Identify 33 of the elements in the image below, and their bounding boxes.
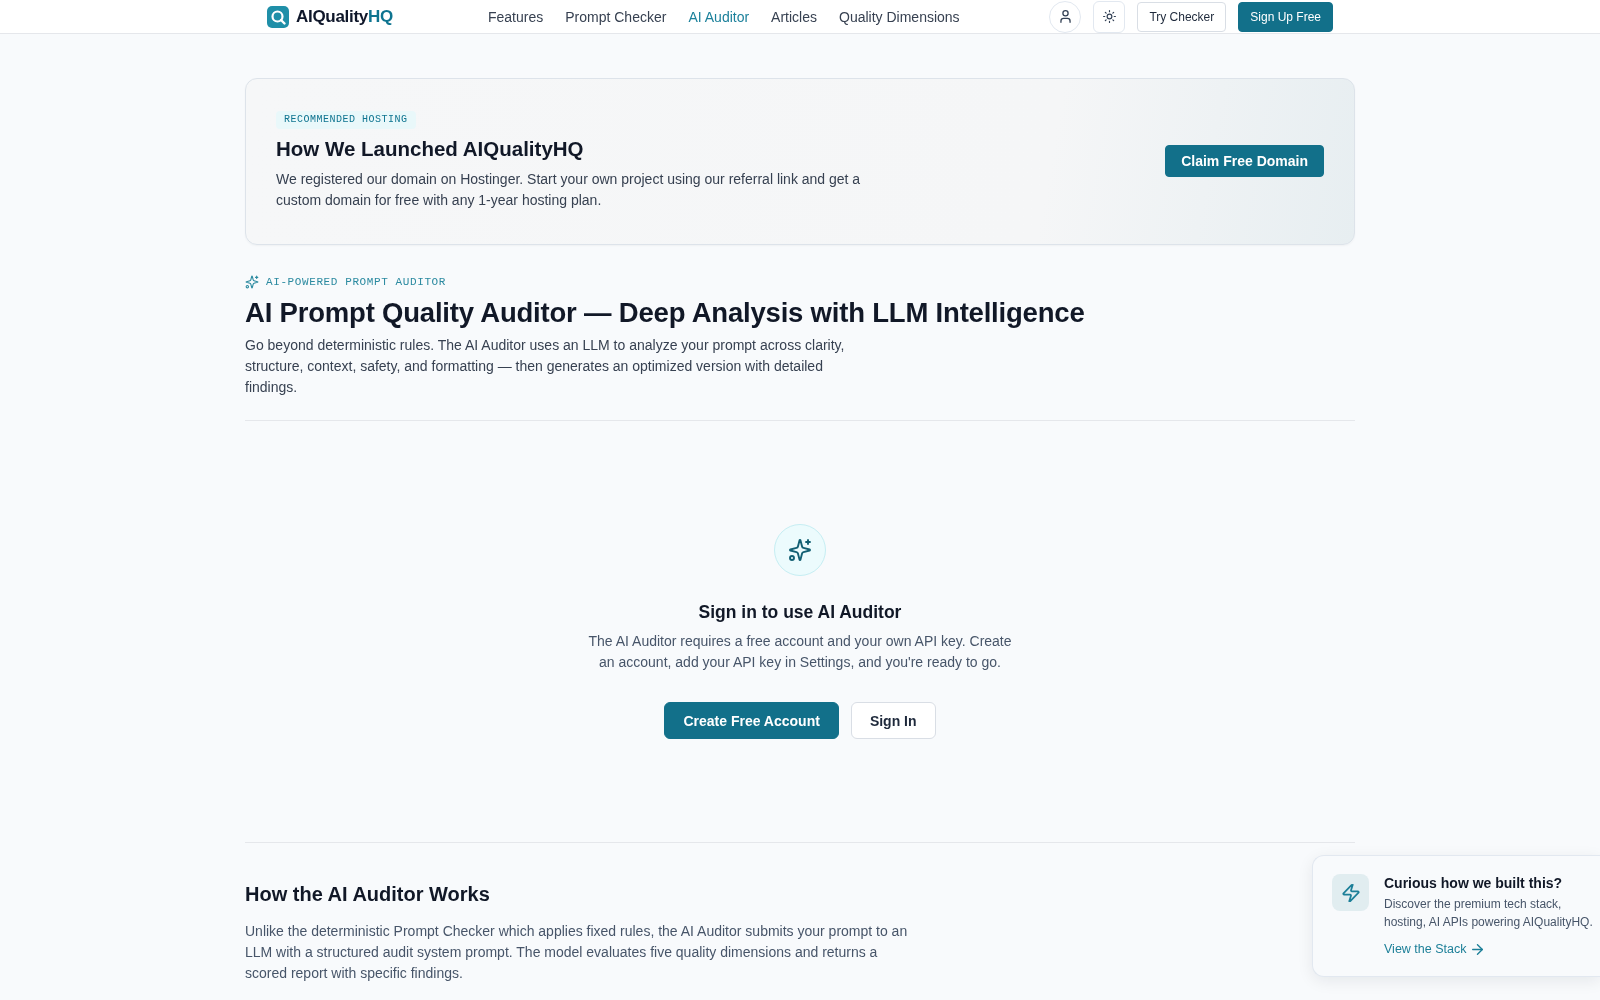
page-intro: Go beyond deterministic rules. The AI Auditor uses an LLM to analyze your prompt across clarity, structure, context, safety, and formatting — then generates an optimized version with detailed findings. bbox=[245, 336, 845, 397]
popup-description: Discover the premium tech stack, hosting, AI APIs powering AIQualityHQ. bbox=[1384, 896, 1594, 931]
arrow-right-icon bbox=[1472, 943, 1484, 955]
theme-toggle-button[interactable] bbox=[1093, 0, 1126, 33]
section-paragraph: Unlike the deterministic Prompt Checker which applies fixed rules, the AI Auditor submits your prompt to an LLM with a structured audit system prompt. The model evaluates five quality dimensions and returns a scored report with specific findings. bbox=[245, 922, 909, 983]
sign-in-button[interactable]: Sign In bbox=[850, 702, 936, 739]
promo-description: We registered our domain on Hostinger. Start your own project using our referral link and get a custom domain for free with any 1-year hosting plan. bbox=[276, 170, 862, 210]
sparkle-icon bbox=[774, 524, 826, 576]
nav-link[interactable]: Articles bbox=[771, 8, 817, 25]
promo-title: How We Launched AIQualityHQ bbox=[276, 136, 584, 162]
logo-icon[interactable] bbox=[267, 5, 289, 28]
eyebrow-label: AI-POWERED PROMPT AUDITOR bbox=[266, 275, 447, 289]
lightning-icon bbox=[1332, 874, 1369, 911]
signin-title: Sign in to use AI Auditor bbox=[698, 601, 902, 624]
nav-link[interactable]: Prompt Checker bbox=[565, 8, 667, 25]
create-account-button[interactable]: Create Free Account bbox=[664, 702, 839, 739]
sun-icon bbox=[1102, 10, 1116, 23]
page-title: AI Prompt Quality Auditor — Deep Analysis with LLM Intelligence bbox=[245, 296, 1086, 330]
claim-domain-button[interactable]: Claim Free Domain bbox=[1165, 145, 1324, 177]
nav-link[interactable]: Quality Dimensions bbox=[839, 8, 960, 25]
header-button[interactable]: Try Checker bbox=[1137, 1, 1227, 32]
signin-description: The AI Auditor requires a free account and your own API key. Create an account, add your API key in Settings, and you're ready to go. bbox=[587, 632, 1013, 672]
header-button[interactable]: Sign Up Free bbox=[1238, 1, 1333, 32]
account-button[interactable] bbox=[1049, 0, 1082, 33]
promo-badge: RECOMMENDED HOSTING bbox=[276, 111, 416, 129]
nav-link[interactable]: Features bbox=[488, 8, 544, 25]
popup-title: Curious how we built this? bbox=[1384, 874, 1563, 892]
nav-link[interactable]: AI Auditor bbox=[688, 8, 750, 25]
section-heading: How the AI Auditor Works bbox=[245, 882, 491, 907]
view-stack-link[interactable]: View the Stack bbox=[1384, 940, 1484, 958]
sparkle-icon bbox=[245, 275, 259, 289]
user-icon bbox=[1058, 10, 1072, 23]
logo-text[interactable]: AIQualityHQ bbox=[296, 6, 393, 27]
